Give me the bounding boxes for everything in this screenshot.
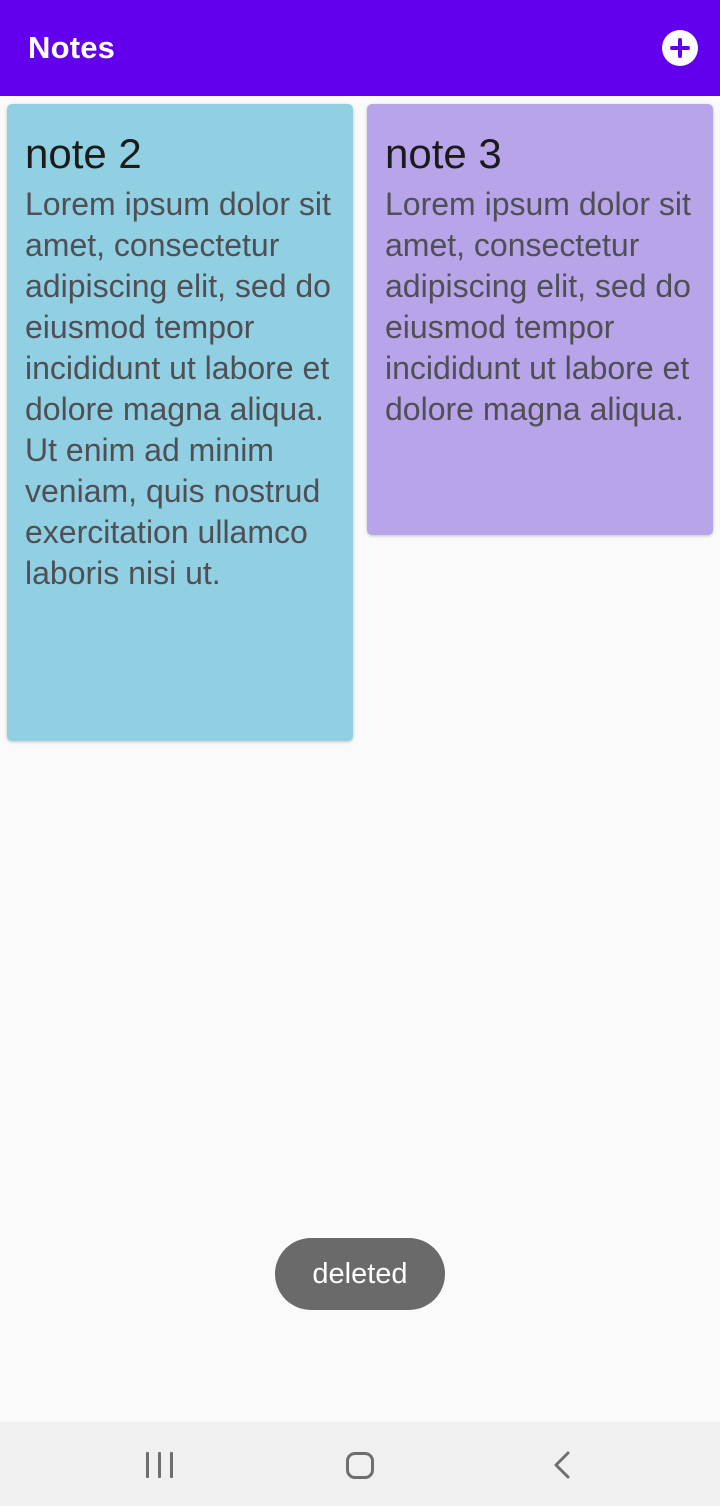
system-navigation-bar xyxy=(0,1422,720,1506)
recents-icon[interactable] xyxy=(146,1452,174,1478)
note-card[interactable]: note 2 Lorem ipsum dolor sit amet, conse… xyxy=(7,104,353,741)
app-bar: Notes xyxy=(0,0,720,96)
back-icon[interactable] xyxy=(550,1450,576,1480)
note-body: Lorem ipsum dolor sit amet, consectetur … xyxy=(385,186,691,427)
add-note-button[interactable] xyxy=(662,30,698,66)
note-body: Lorem ipsum dolor sit amet, consectetur … xyxy=(25,186,331,591)
home-icon[interactable] xyxy=(346,1452,374,1479)
note-title: note 3 xyxy=(385,130,502,177)
note-title: note 2 xyxy=(25,130,142,177)
toast-message: deleted xyxy=(275,1238,445,1310)
note-card[interactable]: note 3 Lorem ipsum dolor sit amet, conse… xyxy=(367,104,713,535)
app-title: Notes xyxy=(28,30,116,65)
